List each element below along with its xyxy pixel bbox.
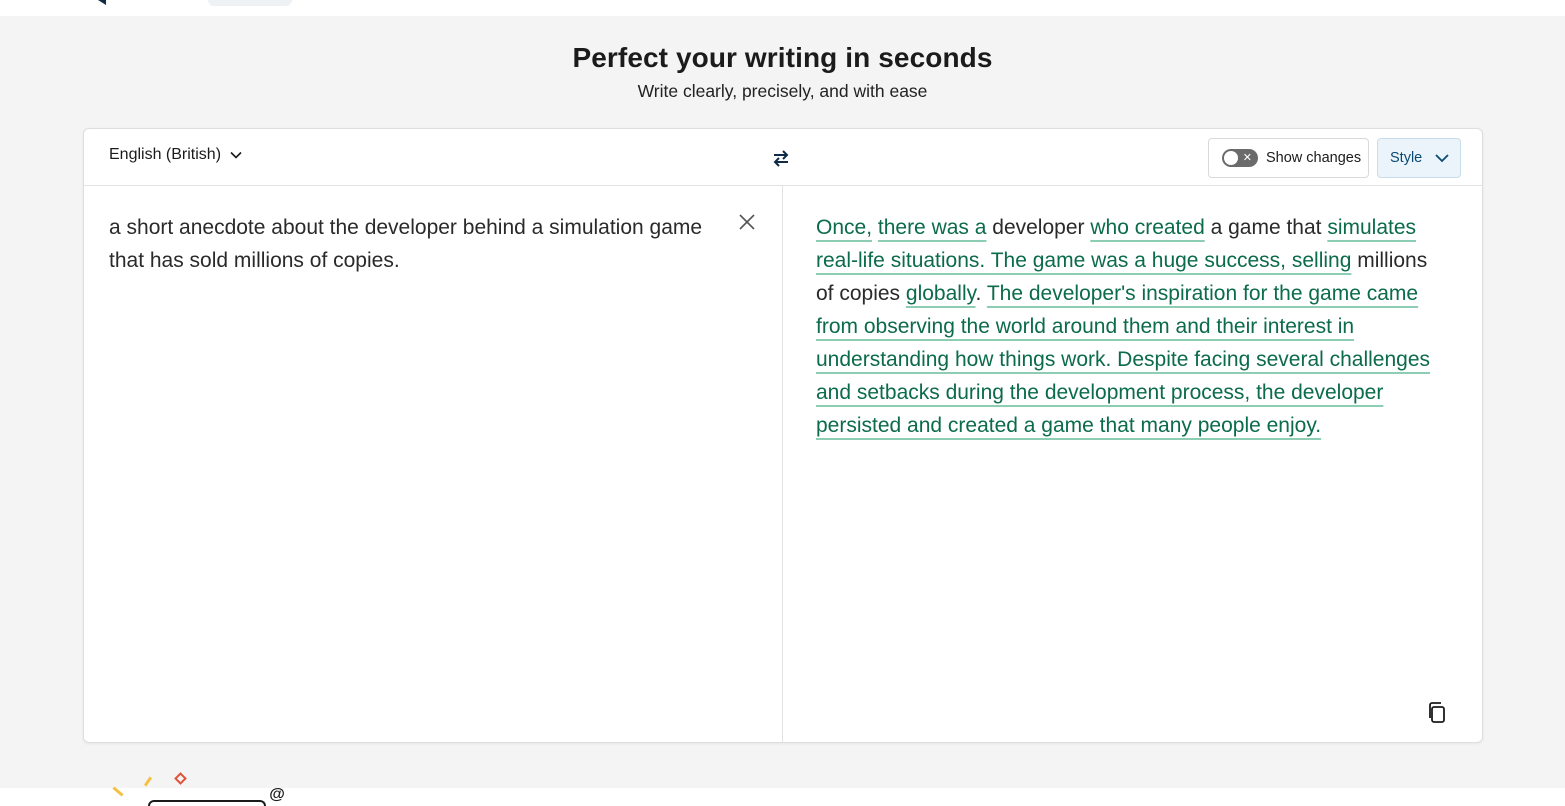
toggle-off-icon: ✕	[1242, 152, 1252, 164]
changed-text-segment[interactable]: there was a	[878, 216, 987, 239]
logo-icon[interactable]	[90, 0, 106, 5]
swap-icon[interactable]	[771, 148, 791, 168]
unchanged-text-segment: .	[975, 282, 987, 305]
changed-text-segment[interactable]: Once,	[816, 216, 872, 239]
page-title: Perfect your writing in seconds	[572, 42, 993, 73]
unchanged-text-segment: a game that	[1204, 216, 1328, 239]
chevron-down-icon	[230, 151, 242, 159]
top-navigation-bar	[0, 0, 1565, 16]
changed-text-segment[interactable]: who created	[1090, 216, 1204, 239]
page-subtitle: Write clearly, precisely, and with ease	[637, 81, 928, 101]
changed-text-segment[interactable]: globally	[906, 282, 976, 305]
close-icon[interactable]	[738, 213, 756, 231]
pane-divider	[782, 186, 783, 742]
language-label: English (British)	[109, 146, 222, 163]
unchanged-text-segment: developer	[986, 216, 1091, 239]
style-label: Style	[1390, 150, 1423, 166]
input-text-area[interactable]: a short anecdote about the developer beh…	[109, 211, 709, 277]
output-text-area[interactable]: Once, there was a developer who created …	[816, 211, 1436, 442]
show-changes-toggle[interactable]: ✕ Show changes	[1208, 138, 1369, 178]
language-select[interactable]: English (British)	[109, 146, 243, 164]
at-sign-icon: @	[269, 786, 285, 803]
editor-toolbar: English (British) ✕ Show changes Style	[84, 129, 1482, 186]
changed-text-segment[interactable]: The developer's inspiration for the game…	[816, 282, 1430, 437]
style-dropdown-button[interactable]: Style	[1377, 138, 1461, 178]
chevron-down-icon	[1435, 154, 1449, 163]
nav-tab[interactable]	[208, 0, 292, 6]
copy-icon[interactable]	[1426, 701, 1448, 725]
editor-card: English (British) ✕ Show changes Style a…	[83, 128, 1483, 743]
diamond-decoration	[174, 772, 187, 785]
show-changes-label: Show changes	[1266, 150, 1362, 166]
toggle-switch[interactable]: ✕	[1222, 149, 1258, 167]
illustration-card	[148, 800, 266, 806]
toggle-knob	[1224, 151, 1238, 165]
sparkle-decoration	[143, 776, 153, 787]
